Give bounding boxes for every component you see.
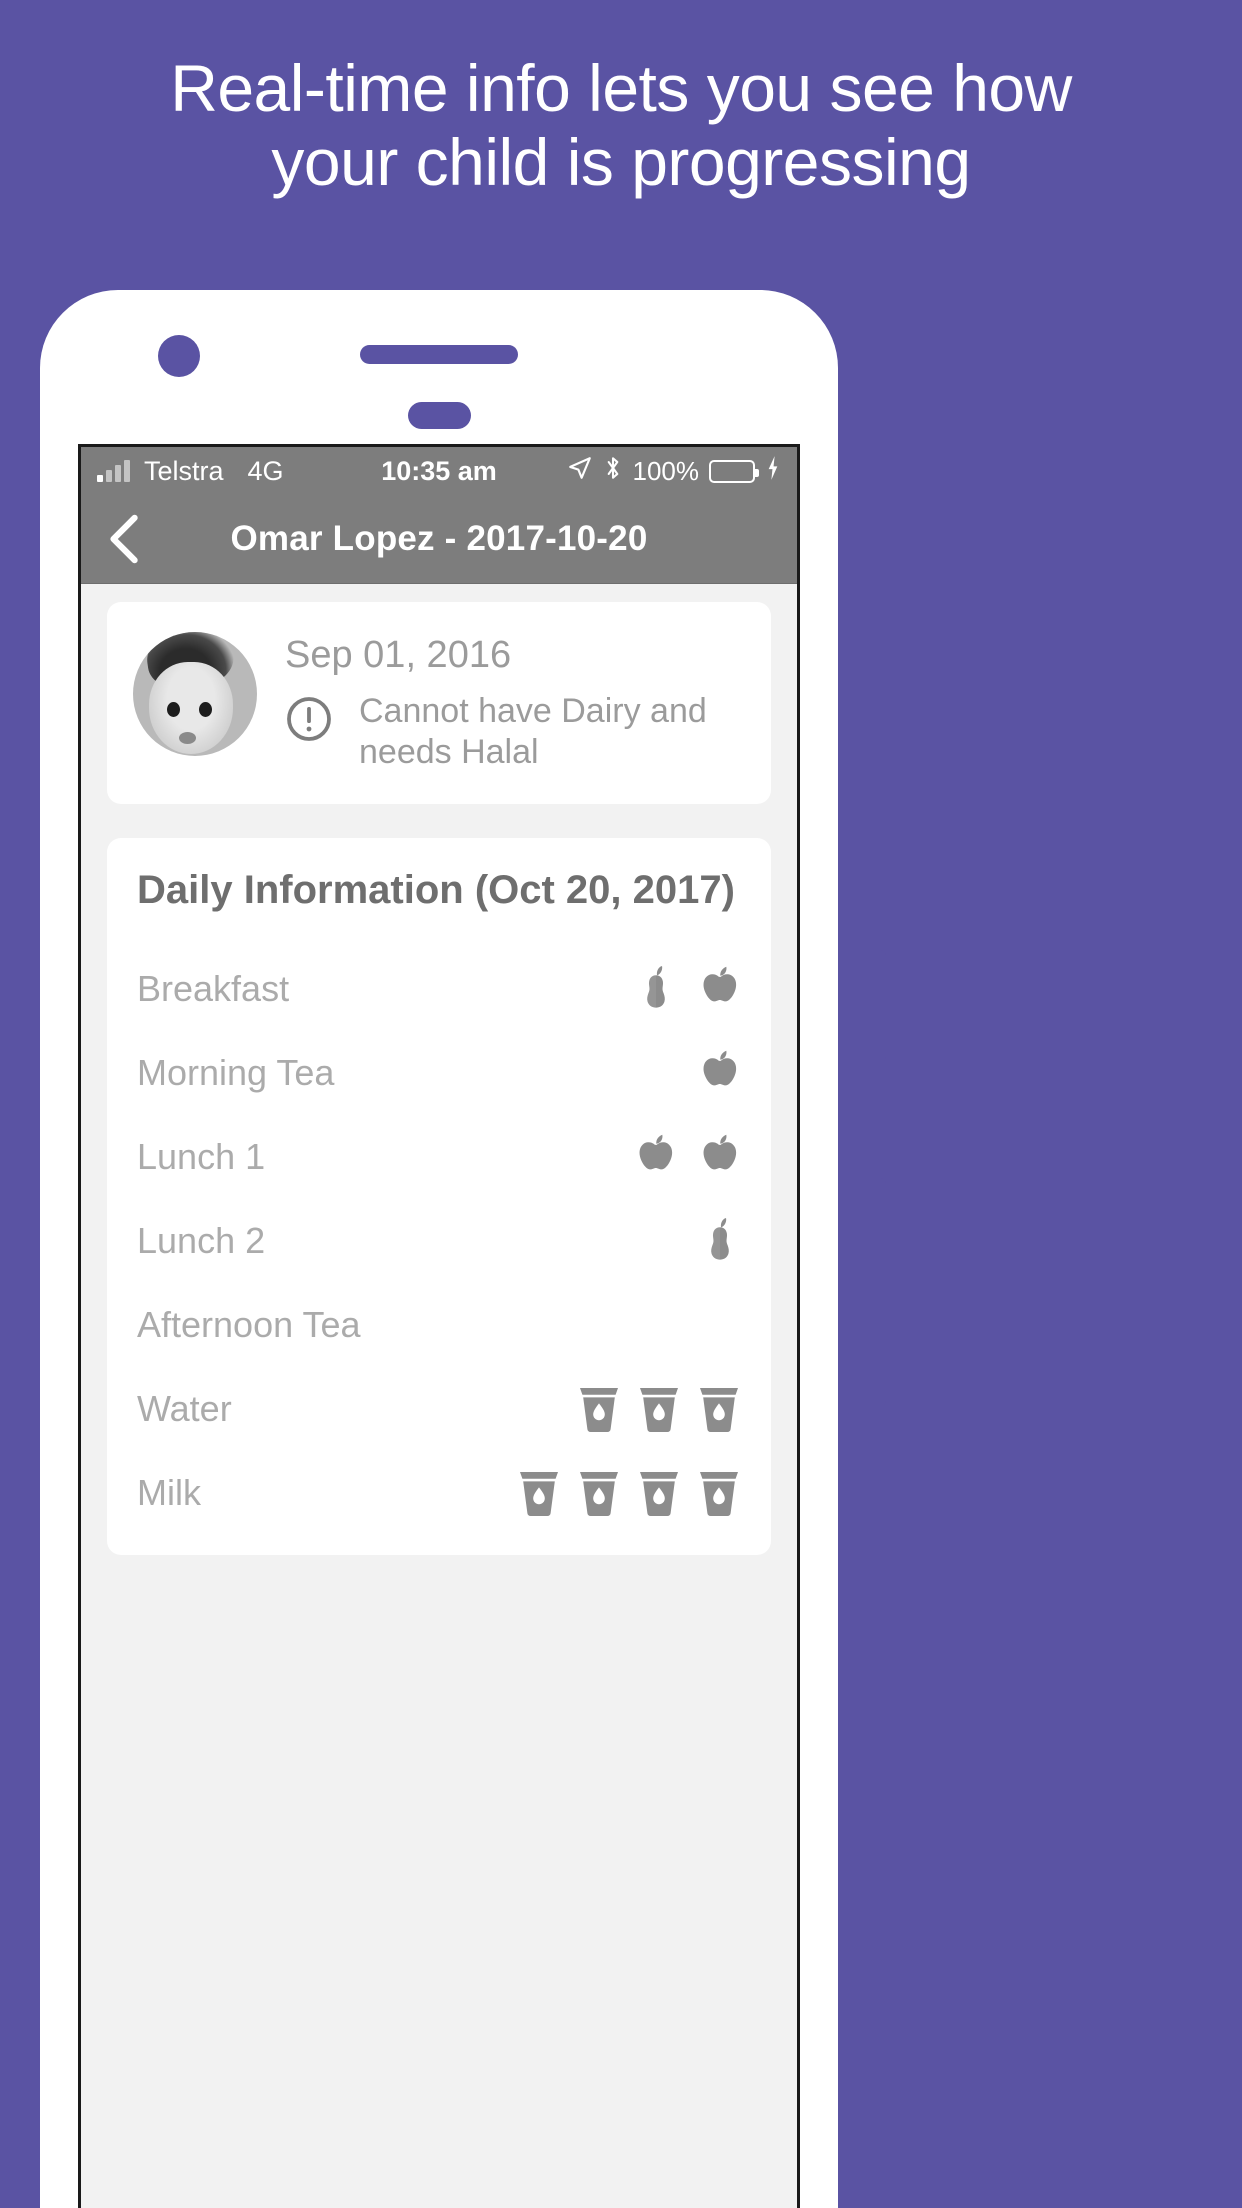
- headline-line-1: Real-time info lets you see how: [170, 51, 1072, 125]
- battery-icon: [709, 459, 759, 483]
- meal-label: Breakfast: [137, 967, 290, 1009]
- front-camera-icon: [158, 335, 200, 377]
- exclamation-circle-icon: [285, 695, 333, 743]
- network-type: 4G: [247, 455, 284, 486]
- earpiece-speaker: [360, 345, 518, 364]
- profile-details: Sep 01, 2016 Cannot have Dairy and needs…: [285, 632, 745, 774]
- glass-icon: [637, 1469, 681, 1517]
- status-bar-right: 100%: [567, 455, 782, 488]
- glass-icon: [697, 1385, 741, 1433]
- glass-icon: [577, 1385, 621, 1433]
- meal-icons: [517, 1469, 741, 1517]
- meal-row-morning-tea[interactable]: Morning Tea: [137, 1031, 741, 1115]
- status-bar: Telstra 4G 10:35 am 100%: [81, 447, 797, 495]
- meal-icons: [577, 1385, 741, 1433]
- apple-icon: [699, 1050, 741, 1096]
- proximity-sensor: [408, 402, 471, 429]
- meal-row-lunch-1[interactable]: Lunch 1: [137, 1115, 741, 1199]
- screen-content: Sep 01, 2016 Cannot have Dairy and needs…: [81, 584, 797, 2208]
- meal-row-lunch-2[interactable]: Lunch 2: [137, 1199, 741, 1283]
- phone-screen: Telstra 4G 10:35 am 100% Omar Lopez - 20…: [78, 444, 800, 2208]
- meal-icons: [635, 965, 741, 1012]
- meal-row-list: Breakfast Morning Tea Lunch 1 Lunch 2 Aftern…: [137, 947, 741, 1535]
- apple-icon: [699, 966, 741, 1012]
- status-bar-left: Telstra 4G: [97, 456, 284, 487]
- avatar: [133, 632, 257, 756]
- date-of-birth: Sep 01, 2016: [285, 634, 512, 676]
- phone-top-bezel: [40, 290, 838, 442]
- charging-bolt-icon: [765, 455, 781, 488]
- glass-icon: [637, 1385, 681, 1433]
- daily-information-card: Daily Information (Oct 20, 2017) Breakfa…: [107, 837, 771, 1555]
- meal-icons: [635, 1134, 741, 1180]
- back-button[interactable]: [105, 514, 145, 564]
- child-profile-card[interactable]: Sep 01, 2016 Cannot have Dairy and needs…: [107, 602, 771, 804]
- dietary-alert-text: Cannot have Dairy and needs Halal: [359, 692, 707, 772]
- meal-row-afternoon-tea[interactable]: Afternoon Tea: [137, 1283, 741, 1367]
- meal-row-breakfast[interactable]: Breakfast: [137, 947, 741, 1031]
- headline-line-2: your child is progressing: [271, 124, 971, 199]
- carrier-name: Telstra: [144, 455, 224, 486]
- dietary-alert: Cannot have Dairy and needs Halal: [285, 691, 745, 774]
- daily-information-title: Daily Information (Oct 20, 2017): [137, 867, 735, 912]
- apple-icon: [635, 1134, 677, 1180]
- pear-icon: [635, 965, 677, 1012]
- meal-label: Water: [137, 1387, 232, 1429]
- page-title: Omar Lopez - 2017-10-20: [230, 519, 648, 558]
- glass-icon: [697, 1469, 741, 1517]
- meal-icons: [699, 1050, 741, 1096]
- meal-icons: [699, 1217, 741, 1264]
- meal-label: Afternoon Tea: [137, 1303, 361, 1345]
- meal-label: Lunch 2: [137, 1219, 266, 1261]
- meal-label: Lunch 1: [137, 1135, 266, 1177]
- meal-row-water[interactable]: Water: [137, 1367, 741, 1451]
- navigation-bar: Omar Lopez - 2017-10-20: [81, 495, 797, 584]
- battery-percent: 100%: [632, 455, 700, 486]
- bluetooth-icon: [603, 455, 623, 488]
- apple-icon: [699, 1134, 741, 1180]
- glass-icon: [517, 1469, 561, 1517]
- volume-up-button[interactable]: [876, 950, 886, 1062]
- promo-headline: Real-time info lets you see how your chi…: [0, 51, 1242, 200]
- pear-icon: [699, 1217, 741, 1264]
- glass-icon: [577, 1469, 621, 1517]
- volume-down-button[interactable]: [876, 1178, 886, 1406]
- meal-row-milk[interactable]: Milk: [137, 1451, 741, 1535]
- meal-label: Milk: [137, 1471, 201, 1513]
- meal-label: Morning Tea: [137, 1051, 335, 1093]
- signal-bars-icon: [97, 460, 130, 482]
- location-arrow-icon: [567, 455, 593, 488]
